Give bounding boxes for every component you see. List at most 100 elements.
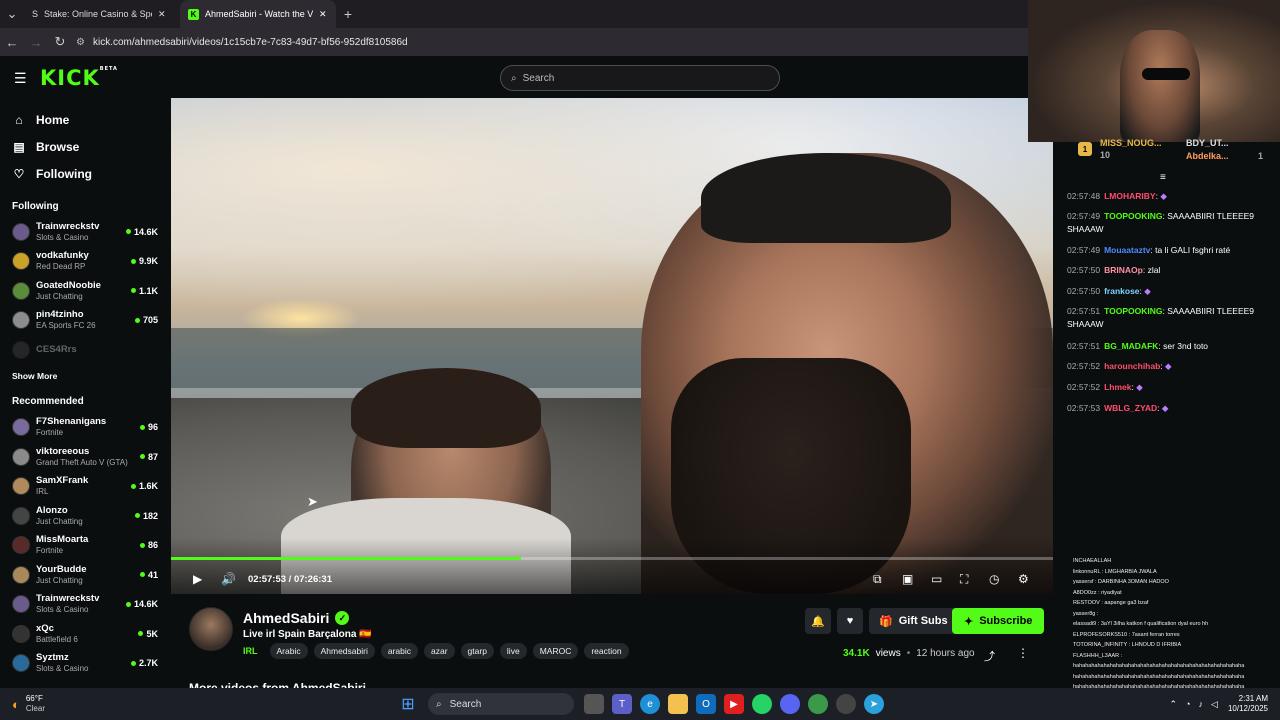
forward-arrow-icon[interactable]: → — [24, 35, 48, 50]
back-arrow-icon[interactable]: ← — [0, 35, 24, 50]
outlook-icon[interactable]: O — [696, 694, 716, 714]
chat-filter-icon[interactable]: ≡ — [1160, 172, 1166, 183]
tab-ahmedsabiri[interactable]: K AhmedSabiri - Watch the V ✕ — [180, 0, 336, 28]
channel-row[interactable]: Alonzo Just Chatting 182 — [0, 501, 170, 531]
speaker-icon[interactable]: ◁ — [1211, 699, 1218, 710]
site-info-icon[interactable]: ⚙ — [76, 37, 85, 48]
channel-avatar — [12, 281, 30, 300]
overlay-chat-line: yasser8g : — [1073, 610, 1099, 617]
channel-row[interactable]: SamXFrank IRL 1.6K — [0, 472, 170, 502]
tag-chip[interactable]: arabic — [380, 643, 418, 659]
close-tab-icon[interactable]: ✕ — [158, 9, 166, 20]
category-link[interactable]: IRL — [243, 646, 258, 656]
weather-widget[interactable]: ◐ 66°F Clear — [0, 694, 80, 714]
channel-row[interactable]: MissMoarta Fortnite 86 — [0, 531, 170, 561]
chat-username[interactable]: TOOPOOKING — [1104, 306, 1162, 316]
channel-row[interactable]: vodkafunky Red Dead RP 9.9K — [0, 247, 170, 277]
channel-avatar[interactable] — [189, 607, 233, 651]
chat-timestamp: 02:57:52 — [1067, 382, 1101, 392]
app-icon[interactable] — [836, 694, 856, 714]
notification-bell-icon[interactable]: 🔔 — [805, 608, 831, 634]
url-text[interactable]: kick.com/ahmedsabiri/videos/1c15cb7e-7c8… — [93, 37, 408, 48]
tag-chip[interactable]: gtarp — [460, 643, 494, 659]
chat-username[interactable]: frankose — [1104, 286, 1139, 296]
tag-chip[interactable]: Arabic — [269, 643, 308, 659]
close-tab-icon[interactable]: ✕ — [319, 9, 327, 20]
taskbar-search[interactable]: ⌕ Search — [428, 693, 574, 715]
channel-name: Syztmz — [36, 652, 69, 664]
volume-icon[interactable]: 🔊 — [221, 570, 236, 588]
chat-username[interactable]: BG_MADAFK — [1104, 341, 1158, 351]
subscribe-button[interactable]: ✦ Subscribe — [952, 608, 1045, 634]
channel-row[interactable]: F7Shenanigans Fortnite 96 — [0, 413, 170, 443]
channel-row[interactable]: pin4tzinho EA Sports FC 26 705 — [0, 306, 170, 336]
play-icon[interactable]: ▶ — [193, 570, 202, 588]
leaderboard-user[interactable]: BDY_UT... — [1186, 138, 1229, 148]
chat-username[interactable]: TOOPOOKING — [1104, 211, 1162, 221]
more-options-icon[interactable]: ⋮ — [1017, 646, 1029, 660]
tag-chip[interactable]: azar — [424, 643, 455, 659]
leaderboard-user[interactable]: Abdelka... — [1186, 151, 1229, 161]
theater-mode-icon[interactable]: ▭ — [931, 570, 942, 588]
channel-row[interactable]: GoatedNoobie Just Chatting 1.1K — [0, 276, 170, 306]
viewer-count: 182 — [134, 510, 158, 521]
tag-chip[interactable]: live — [499, 643, 527, 659]
teams-icon[interactable]: T — [612, 694, 632, 714]
tag-chip[interactable]: MAROC — [532, 643, 579, 659]
chat-username[interactable]: LMOHARIBY — [1104, 191, 1155, 201]
leaderboard-user[interactable]: MISS_NOUG... — [1100, 138, 1162, 148]
chat-username[interactable]: WBLG_ZYAD — [1104, 403, 1157, 413]
chevron-up-icon[interactable]: ⌃ — [1170, 699, 1178, 710]
channel-row[interactable]: viktoreeous Grand Theft Auto V (GTA) 87 — [0, 442, 170, 472]
whatsapp-icon[interactable] — [752, 694, 772, 714]
channel-row[interactable]: xQc Battlefield 6 5K — [0, 619, 170, 649]
playback-speed-icon[interactable]: ◷ — [989, 570, 999, 588]
chat-username[interactable]: harounchihab — [1104, 361, 1160, 371]
task-view-icon[interactable] — [584, 694, 604, 714]
youtube-icon[interactable]: ▶ — [724, 694, 744, 714]
sidebar-item-browse[interactable]: ▤ Browse — [0, 133, 170, 160]
channel-name[interactable]: AhmedSabiri — [243, 610, 329, 626]
settings-gear-icon[interactable]: ⚙ — [1018, 570, 1029, 588]
windows-start-icon[interactable]: ⊞ — [398, 694, 418, 714]
viewer-count-value: 182 — [142, 510, 158, 521]
gift-subs-button[interactable]: 🎁 Gift Subs — [869, 608, 958, 634]
search-input[interactable]: ⌕ Search — [500, 65, 780, 91]
chat-username[interactable]: BRINAOp — [1104, 265, 1143, 275]
sidebar-item-following[interactable]: ♡ Following — [0, 160, 170, 187]
channel-row[interactable]: YourBudde Just Chatting 41 — [0, 560, 170, 590]
discord-icon[interactable] — [780, 694, 800, 714]
clock[interactable]: 2:31 AM 10/12/2025 — [1228, 694, 1268, 714]
telegram-icon[interactable]: ➤ — [864, 694, 884, 714]
channel-row[interactable]: Syztmz Slots & Casino 2.7K — [0, 649, 170, 679]
edge-icon[interactable]: e — [640, 694, 660, 714]
kick-logo[interactable]: KICKBETA — [40, 66, 118, 90]
tag-chip[interactable]: reaction — [584, 643, 629, 659]
new-tab-icon[interactable]: + — [336, 6, 360, 22]
chat-username[interactable]: Mouaataztv — [1104, 245, 1150, 255]
chrome-icon[interactable] — [808, 694, 828, 714]
video-player[interactable]: ▶ 🔊 02:57:53 / 07:26:31 ⧉ ▣ ▭ ⛶ ◷ ⚙ — [171, 98, 1053, 594]
clip-icon[interactable]: ▣ — [902, 570, 913, 588]
sidebar-item-home[interactable]: ⌂ Home — [0, 106, 170, 133]
fullscreen-icon[interactable]: ⛶ — [960, 570, 968, 588]
tag-chip[interactable]: Ahmedsabiri — [313, 643, 375, 659]
show-more-button[interactable]: Show More — [0, 365, 170, 387]
chat-timestamp: 02:57:49 — [1067, 245, 1101, 255]
network-icon[interactable]: ◔ — [1185, 699, 1190, 710]
channel-row[interactable]: Trainwreckstv Slots & Casino 14.6K — [0, 217, 170, 247]
channel-row[interactable]: CES4Rrs — [0, 335, 170, 365]
menu-icon[interactable]: ☰ — [14, 70, 27, 87]
channel-avatar — [12, 340, 30, 359]
miniplayer-icon[interactable]: ⧉ — [873, 570, 882, 588]
tab-stake[interactable]: S Stake: Online Casino & Sports B ✕ — [24, 0, 180, 28]
webcam-glasses — [1142, 68, 1190, 80]
share-icon[interactable]: ⤴ — [984, 648, 995, 664]
file-explorer-icon[interactable] — [668, 694, 688, 714]
reload-icon[interactable]: ↻ — [48, 34, 72, 50]
follow-heart-icon[interactable]: ♥ — [837, 608, 863, 634]
microphone-icon[interactable]: ♪ — [1199, 699, 1204, 710]
tab-list-chevron-icon[interactable]: ⌄ — [0, 6, 24, 22]
chat-username[interactable]: Lhmek — [1104, 382, 1131, 392]
channel-row[interactable]: Trainwreckstv Slots & Casino 14.6K — [0, 590, 170, 620]
